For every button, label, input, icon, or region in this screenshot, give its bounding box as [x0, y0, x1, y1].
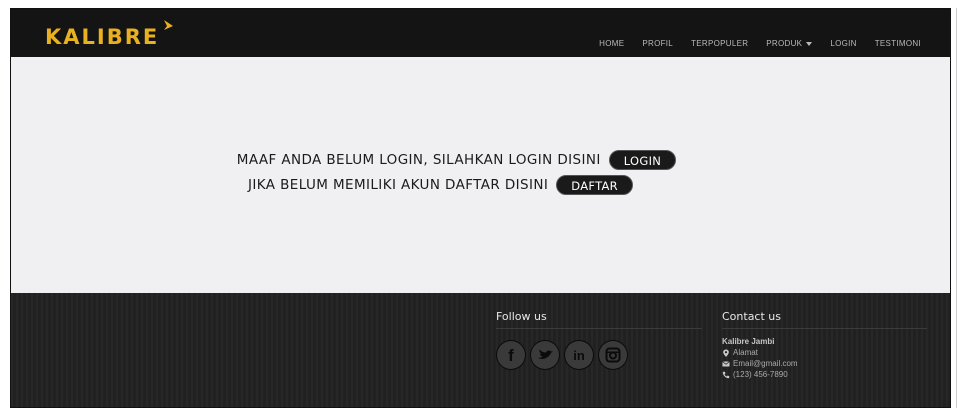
nav-item-testimoni[interactable]: TESTIMONI	[866, 39, 930, 48]
email-row: Email@gmail.com	[722, 359, 927, 368]
nav-item-terpopuler[interactable]: TERPOPULER	[682, 39, 757, 48]
login-prompt-text: MAAF ANDA BELUM LOGIN, SILAHKAN LOGIN DI…	[236, 152, 601, 168]
contact-name: Kalibre Jambi	[722, 337, 775, 346]
contact-details: Kalibre Jambi Alamat Email@gmail.com (12…	[722, 337, 927, 379]
map-marker-icon	[723, 349, 729, 357]
nav-item-home[interactable]: HOME	[590, 39, 633, 48]
follow-us-heading: Follow us	[496, 310, 702, 329]
page-scrollbar[interactable]	[956, 8, 959, 408]
register-button[interactable]: DAFTAR	[556, 175, 633, 195]
facebook-icon[interactable]: f	[496, 340, 526, 370]
svg-text:in: in	[573, 348, 585, 363]
nav-item-login[interactable]: LOGIN	[821, 39, 865, 48]
contact-us-section: Contact us Kalibre Jambi Alamat Email@gm…	[722, 310, 927, 379]
top-navbar: KALIBRE HOME PROFIL TERPOPULER PRODUK LO…	[11, 9, 950, 57]
social-links: f in	[496, 340, 702, 370]
twitter-icon[interactable]	[530, 340, 560, 370]
nav-item-produk-dropdown[interactable]: PRODUK	[757, 39, 821, 48]
svg-text:f: f	[508, 346, 514, 365]
nav-item-label: PROFIL	[642, 39, 674, 48]
nav-item-label: PRODUK	[766, 39, 803, 48]
register-prompt-row: JIKA BELUM MEMILIKI AKUN DAFTAR DISINI D…	[11, 175, 950, 195]
email-link[interactable]: Email@gmail.com	[733, 359, 798, 368]
browser-viewport: KALIBRE HOME PROFIL TERPOPULER PRODUK LO…	[10, 8, 951, 408]
brand-logo[interactable]: KALIBRE	[45, 20, 175, 51]
phone-row: (123) 456-7890	[722, 370, 927, 379]
phone-text: (123) 456-7890	[733, 370, 788, 379]
main-content: MAAF ANDA BELUM LOGIN, SILAHKAN LOGIN DI…	[11, 57, 950, 293]
phone-icon	[722, 371, 730, 378]
address-text: Alamat	[733, 348, 758, 357]
caret-down-icon	[806, 41, 813, 46]
instagram-icon[interactable]	[598, 340, 628, 370]
login-prompt-row: MAAF ANDA BELUM LOGIN, SILAHKAN LOGIN DI…	[11, 150, 950, 170]
nav-item-profil[interactable]: PROFIL	[633, 39, 682, 48]
nav-item-label: TESTIMONI	[874, 39, 921, 48]
contact-us-heading: Contact us	[722, 310, 927, 329]
brand-name: KALIBRE	[45, 25, 160, 49]
brand-arrow-icon	[164, 20, 174, 30]
login-button[interactable]: LOGIN	[608, 150, 677, 170]
nav-item-label: LOGIN	[830, 39, 857, 48]
nav-menu: HOME PROFIL TERPOPULER PRODUK LOGIN TEST…	[590, 39, 930, 48]
footer: Follow us f in Contact us Kalibre Jambi	[11, 293, 950, 407]
address-row: Alamat	[722, 348, 927, 357]
register-prompt-text: JIKA BELUM MEMILIKI AKUN DAFTAR DISINI	[248, 177, 549, 193]
linkedin-icon[interactable]: in	[564, 340, 594, 370]
envelope-icon	[722, 360, 730, 366]
nav-item-label: HOME	[599, 39, 625, 48]
follow-us-section: Follow us f in	[496, 310, 702, 370]
nav-item-label: TERPOPULER	[691, 39, 749, 48]
